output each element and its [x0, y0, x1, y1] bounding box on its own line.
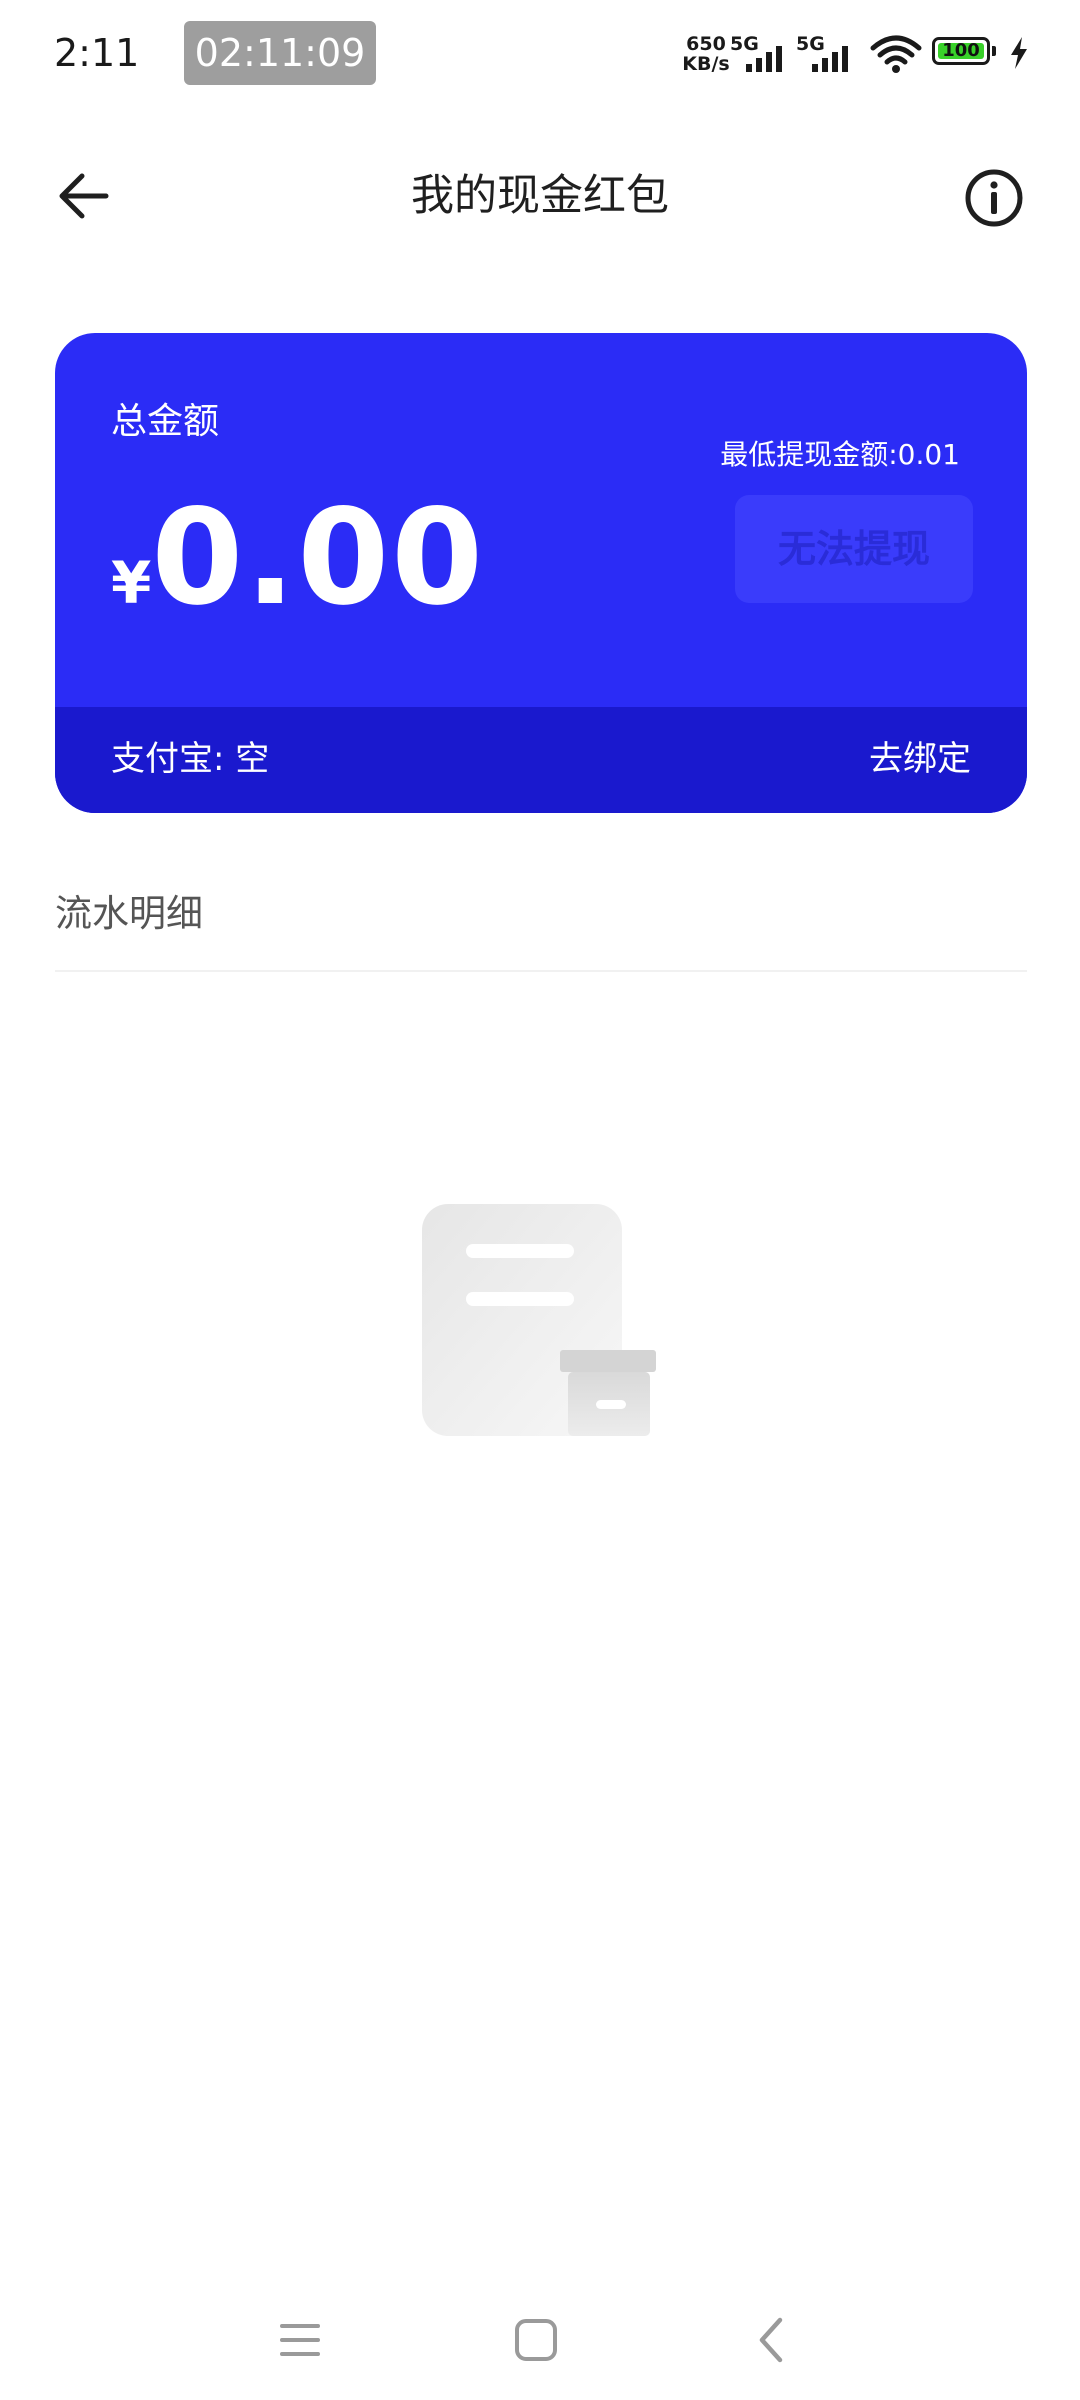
battery-level: 100 [938, 42, 984, 60]
signal-bars-icon [746, 46, 782, 72]
chevron-left-icon[interactable] [744, 2312, 800, 2368]
total-amount: ¥0.00 [111, 483, 485, 633]
battery-icon: 100 [932, 37, 998, 69]
recording-timer-badge[interactable]: 02:11:09 [184, 21, 376, 85]
alipay-account-label: 支付宝: 空 [111, 739, 270, 779]
total-amount-label: 总金额 [111, 401, 220, 442]
amount-value: 0.00 [151, 481, 486, 635]
battery-body: 100 [932, 37, 990, 65]
network-speed-value: 650 [686, 33, 726, 55]
charging-bolt-icon [1011, 37, 1027, 69]
wifi-icon [870, 35, 922, 73]
status-time: 2:11 [54, 31, 140, 75]
signal-bars-icon [812, 46, 848, 72]
page-title: 我的现金红包 [411, 171, 669, 221]
balance-card: 总金额 ¥0.00 最低提现金额:0.01 无法提现 支付宝: 空 去绑定 [55, 333, 1027, 813]
menu-icon[interactable] [272, 2312, 328, 2368]
empty-document-box-icon [422, 1204, 656, 1436]
battery-tip [992, 46, 996, 56]
alipay-binding-bar: 支付宝: 空 去绑定 [55, 707, 1027, 813]
withdraw-button[interactable]: 无法提现 [735, 495, 973, 603]
system-nav-bar [0, 2300, 1080, 2380]
sim2-signal-icon: 5G [796, 34, 860, 72]
min-withdraw-amount: 最低提现金额:0.01 [720, 438, 960, 471]
network-speed: 650 KB/s [678, 34, 734, 74]
currency-symbol: ¥ [111, 549, 152, 617]
sim1-signal-icon: 5G [730, 34, 794, 72]
info-circle-icon[interactable] [964, 168, 1024, 228]
app-bar: 我的现金红包 [0, 150, 1080, 242]
status-bar: 2:11 02:11:09 650 KB/s 5G 5G 100 [0, 0, 1080, 110]
network-speed-unit: KB/s [682, 53, 730, 75]
bind-alipay-link[interactable]: 去绑定 [869, 737, 971, 781]
arrow-left-icon[interactable] [52, 164, 116, 228]
transactions-section-title: 流水明细 [55, 892, 203, 935]
section-divider [55, 970, 1027, 972]
home-square-icon[interactable] [508, 2312, 564, 2368]
